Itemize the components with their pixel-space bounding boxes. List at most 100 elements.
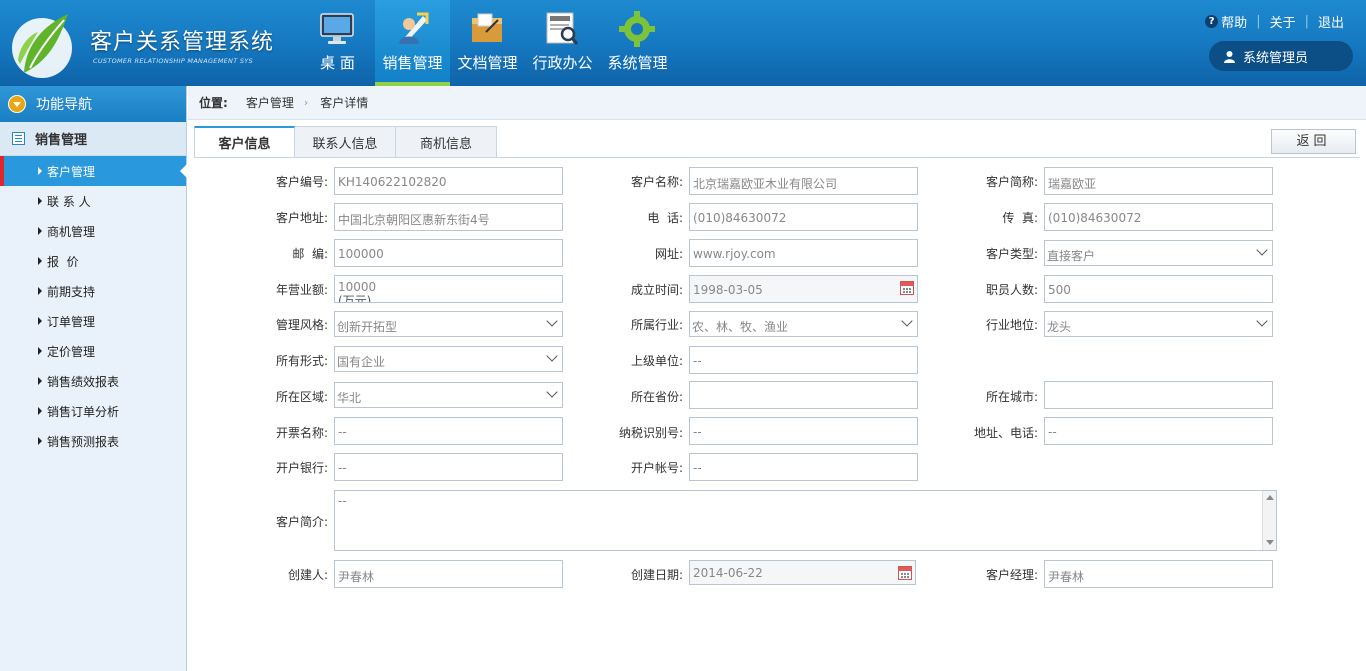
chevron-down-icon: [546, 350, 558, 362]
select-value: 龙头: [1047, 320, 1072, 334]
sidebar-item-opportunities[interactable]: 商机管理: [0, 216, 186, 246]
breadcrumb: 位置: 客户管理 › 客户详情: [188, 86, 1366, 120]
chevron-down-icon: [1256, 244, 1268, 256]
label-phone: 电 话:: [647, 211, 683, 225]
account-no-field[interactable]: --: [689, 453, 918, 481]
app-logo: 客户关系管理系统 CUSTOMER RELATIONSHIP MANAGEMEN…: [0, 0, 300, 86]
divider: |: [1304, 14, 1309, 29]
bullet-arrow-icon: [38, 407, 42, 415]
short-name-field[interactable]: 瑞嘉欧亚: [1044, 167, 1273, 195]
calendar-icon[interactable]: [900, 281, 914, 295]
phone-field[interactable]: (010)84630072: [689, 203, 918, 231]
sidebar-header[interactable]: 功能导航: [0, 86, 186, 122]
nav-system[interactable]: 系统管理: [600, 0, 675, 86]
group-label: 销售管理: [35, 133, 88, 148]
sidebar-item-presales-support[interactable]: 前期支持: [0, 276, 186, 306]
label-created-date: 创建日期:: [630, 568, 683, 582]
fax-field[interactable]: (010)84630072: [1044, 203, 1273, 231]
tab-divider: [194, 157, 1360, 158]
sidebar-item-customers[interactable]: 客户管理: [0, 156, 187, 186]
parent-unit-field[interactable]: --: [689, 346, 918, 374]
sidebar-item-label: 商机管理: [47, 224, 96, 239]
label-account-no: 开户帐号:: [630, 461, 683, 475]
sidebar-item-sales-forecast[interactable]: 销售预测报表: [0, 426, 186, 456]
sidebar-item-sales-performance[interactable]: 销售绩效报表: [0, 366, 186, 396]
industry-position-select[interactable]: 龙头: [1044, 311, 1273, 337]
sidebar-group-sales[interactable]: 销售管理: [0, 122, 186, 156]
industry-select[interactable]: 农、林、牧、渔业: [689, 311, 918, 337]
sidebar-item-quotes[interactable]: 报 价: [0, 246, 186, 276]
help-link[interactable]: 帮助: [1221, 12, 1247, 31]
sidebar-item-contacts[interactable]: 联 系 人: [0, 186, 186, 216]
bullet-arrow-icon: [38, 437, 42, 445]
select-value: 创新开拓型: [337, 320, 398, 334]
logout-link[interactable]: 退出: [1318, 12, 1344, 31]
created-date-field[interactable]: 2014-06-22: [689, 560, 916, 585]
nav-admin-office[interactable]: 行政办公: [525, 0, 600, 86]
bullet-arrow-icon: [38, 347, 42, 355]
label-region: 所在区域:: [275, 390, 328, 404]
creator-field[interactable]: 尹春林: [334, 560, 563, 588]
label-invoice-name: 开票名称:: [275, 426, 328, 440]
tab-opportunity-info[interactable]: 商机信息: [396, 126, 497, 158]
region-select[interactable]: 华北: [334, 382, 563, 408]
sidebar-item-label: 销售绩效报表: [47, 374, 120, 389]
mgmt-style-select[interactable]: 创新开拓型: [334, 311, 563, 337]
address-field[interactable]: 中国北京朝阳区惠新东街4号: [334, 203, 563, 231]
breadcrumb-item[interactable]: 客户管理: [246, 94, 294, 111]
sidebar-item-label: 联 系 人: [47, 194, 91, 209]
tab-contact-info[interactable]: 联系人信息: [295, 126, 396, 158]
province-field[interactable]: [689, 381, 918, 409]
invoice-name-field[interactable]: --: [334, 417, 563, 445]
sidebar-item-label: 订单管理: [47, 314, 96, 329]
scroll-down-icon[interactable]: [1266, 540, 1274, 545]
employees-field[interactable]: 500: [1044, 275, 1273, 303]
scroll-up-icon[interactable]: [1266, 495, 1274, 500]
detail-tabs: 客户信息 联系人信息 商机信息: [194, 126, 497, 158]
sidebar-item-orders[interactable]: 订单管理: [0, 306, 186, 336]
select-value: 农、林、牧、渔业: [692, 320, 789, 334]
label-invoice-addr-phone: 地址、电话:: [973, 426, 1038, 440]
tax-id-field[interactable]: --: [689, 417, 918, 445]
chevron-down-icon: [901, 315, 913, 327]
scrollbar[interactable]: [1262, 491, 1276, 550]
nav-desktop[interactable]: 桌 面: [300, 0, 375, 86]
bank-field[interactable]: --: [334, 453, 563, 481]
manager-field[interactable]: 尹春林: [1044, 560, 1273, 588]
leaf-logo-icon: [12, 14, 72, 78]
collapse-icon: [8, 95, 26, 113]
website-field[interactable]: www.rjoy.com: [689, 239, 918, 267]
customer-type-select[interactable]: 直接客户: [1044, 240, 1273, 266]
nav-label: 桌 面: [320, 54, 355, 72]
label-industry-position: 行业地位:: [985, 318, 1038, 332]
label-annual-revenue: 年营业额:: [275, 283, 328, 297]
sidebar-item-label: 销售订单分析: [47, 404, 120, 419]
top-header: 客户关系管理系统 CUSTOMER RELATIONSHIP MANAGEMEN…: [0, 0, 1366, 86]
user-menu[interactable]: 系统管理员: [1209, 41, 1353, 71]
postcode-field[interactable]: 100000: [334, 239, 563, 267]
breadcrumb-item: 客户详情: [320, 96, 369, 110]
founded-date-field[interactable]: 1998-03-05: [689, 275, 918, 303]
sidebar-item-order-analysis[interactable]: 销售订单分析: [0, 396, 186, 426]
back-button[interactable]: 返回: [1271, 129, 1356, 154]
label-industry: 所属行业:: [630, 318, 683, 332]
bullet-arrow-icon: [38, 227, 42, 235]
sidebar-item-label: 前期支持: [47, 284, 96, 299]
customer-name-field[interactable]: 北京瑞嘉欧亚木业有限公司: [689, 167, 918, 195]
nav-label: 系统管理: [607, 54, 668, 72]
ownership-select[interactable]: 国有企业: [334, 346, 563, 372]
about-link[interactable]: 关于: [1270, 12, 1296, 31]
invoice-addr-phone-field[interactable]: --: [1044, 417, 1273, 445]
nav-documents[interactable]: 文档管理: [450, 0, 525, 86]
intro-textarea[interactable]: --: [334, 490, 1277, 551]
nav-sales[interactable]: 销售管理: [375, 0, 450, 86]
customer-no-field[interactable]: KH140622102820: [334, 167, 563, 195]
annual-revenue-field[interactable]: 10000 (万元): [334, 275, 563, 303]
tab-customer-info[interactable]: 客户信息: [194, 126, 295, 158]
calendar-icon[interactable]: [898, 566, 912, 580]
label-employees: 职员人数:: [985, 283, 1038, 297]
sidebar-item-pricing[interactable]: 定价管理: [0, 336, 186, 366]
main-nav: 桌 面 销售管理 文档管理 行政办公 系统管理: [300, 0, 675, 86]
city-field[interactable]: [1044, 381, 1273, 409]
date-value: 1998-03-05: [693, 283, 763, 297]
